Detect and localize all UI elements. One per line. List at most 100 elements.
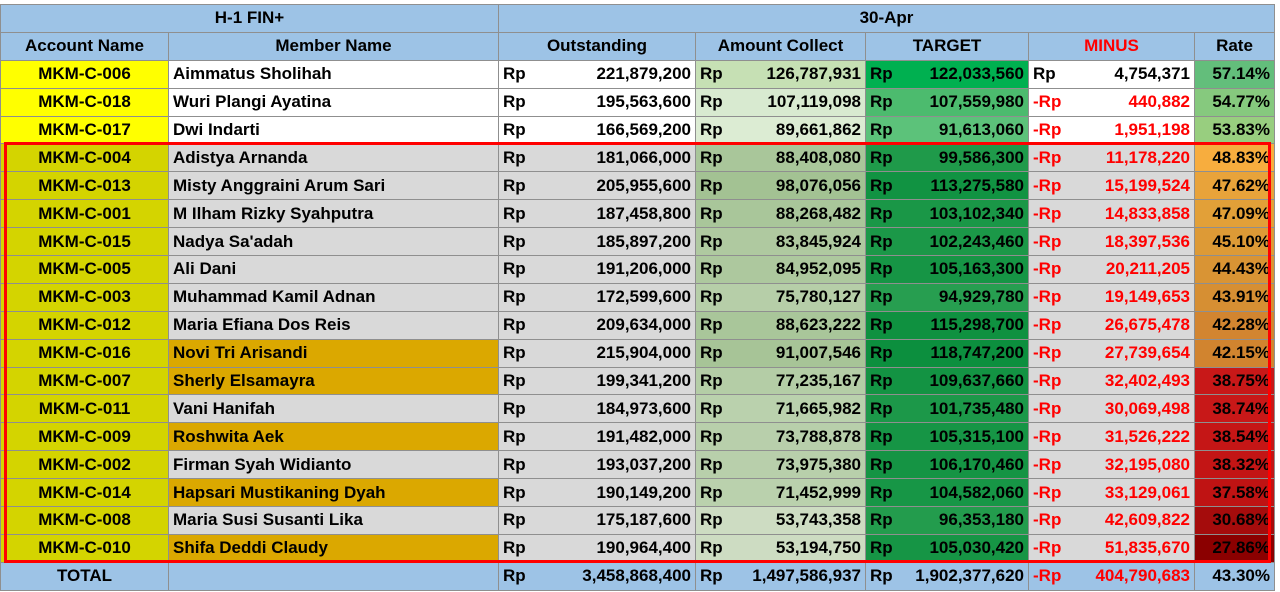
account-cell[interactable]: MKM-C-002	[0, 450, 169, 480]
account-cell[interactable]: MKM-C-016	[0, 338, 169, 368]
collect-cell[interactable]: Rp 53,194,750	[695, 533, 866, 563]
member-cell[interactable]: Dwi Indarti	[168, 115, 499, 145]
target-cell[interactable]: Rp 96,353,180	[865, 506, 1029, 535]
outstanding-cell[interactable]: Rp 209,634,000	[498, 310, 696, 340]
collect-cell[interactable]: Rp 71,665,982	[695, 394, 866, 424]
collect-cell[interactable]: Rp 84,952,095	[695, 255, 866, 284]
target-cell[interactable]: Rp 105,315,100	[865, 422, 1029, 452]
collect-cell[interactable]: Rp 83,845,924	[695, 227, 866, 257]
rate-cell[interactable]: 47.09%	[1194, 199, 1275, 229]
account-cell[interactable]: MKM-C-006	[0, 59, 169, 89]
minus-cell[interactable]: -Rp 14,833,858	[1028, 199, 1195, 229]
minus-cell[interactable]: -Rp 51,835,670	[1028, 533, 1195, 563]
rate-cell[interactable]: 47.62%	[1194, 171, 1275, 201]
collect-cell[interactable]: Rp 98,076,056	[695, 171, 866, 201]
target-cell[interactable]: Rp 122,033,560	[865, 59, 1029, 89]
collect-cell[interactable]: Rp 73,975,380	[695, 450, 866, 480]
target-cell[interactable]: Rp 105,163,300	[865, 255, 1029, 284]
account-cell[interactable]: MKM-C-007	[0, 366, 169, 396]
account-cell[interactable]: MKM-C-010	[0, 533, 169, 563]
member-cell[interactable]: M Ilham Rizky Syahputra	[168, 199, 499, 229]
target-cell[interactable]: Rp 109,637,660	[865, 366, 1029, 396]
col-header-minus[interactable]: MINUS	[1028, 31, 1195, 61]
collect-cell[interactable]: Rp 77,235,167	[695, 366, 866, 396]
rate-cell[interactable]: 53.83%	[1194, 115, 1275, 145]
collect-cell[interactable]: Rp 71,452,999	[695, 478, 866, 508]
group-header-left[interactable]: H-1 FIN+	[0, 4, 499, 33]
member-cell[interactable]: Ali Dani	[168, 255, 499, 284]
collect-cell[interactable]: Rp 53,743,358	[695, 506, 866, 535]
target-cell[interactable]: Rp 118,747,200	[865, 338, 1029, 368]
minus-cell[interactable]: Rp 4,754,371	[1028, 59, 1195, 89]
outstanding-cell[interactable]: Rp 181,066,000	[498, 143, 696, 173]
member-cell[interactable]: Nadya Sa'adah	[168, 227, 499, 257]
member-cell[interactable]: Firman Syah Widianto	[168, 450, 499, 480]
minus-cell[interactable]: -Rp 19,149,653	[1028, 282, 1195, 312]
minus-cell[interactable]: -Rp 15,199,524	[1028, 171, 1195, 201]
member-cell[interactable]: Muhammad Kamil Adnan	[168, 282, 499, 312]
outstanding-cell[interactable]: Rp 172,599,600	[498, 282, 696, 312]
rate-cell[interactable]: 30.68%	[1194, 506, 1275, 535]
target-cell[interactable]: Rp 91,613,060	[865, 115, 1029, 145]
collect-cell[interactable]: Rp 89,661,862	[695, 115, 866, 145]
outstanding-cell[interactable]: Rp 190,149,200	[498, 478, 696, 508]
rate-cell[interactable]: 38.54%	[1194, 422, 1275, 452]
outstanding-cell[interactable]: Rp 190,964,400	[498, 533, 696, 563]
minus-cell[interactable]: -Rp 20,211,205	[1028, 255, 1195, 284]
rate-cell[interactable]: 48.83%	[1194, 143, 1275, 173]
rate-cell[interactable]: 54.77%	[1194, 87, 1275, 117]
minus-cell[interactable]: -Rp 26,675,478	[1028, 310, 1195, 340]
outstanding-cell[interactable]: Rp 187,458,800	[498, 199, 696, 229]
rate-cell[interactable]: 38.75%	[1194, 366, 1275, 396]
collect-cell[interactable]: Rp 75,780,127	[695, 282, 866, 312]
collect-cell[interactable]: Rp 126,787,931	[695, 59, 866, 89]
account-cell[interactable]: MKM-C-005	[0, 255, 169, 284]
member-cell[interactable]: Maria Susi Susanti Lika	[168, 506, 499, 535]
outstanding-cell[interactable]: Rp 195,563,600	[498, 87, 696, 117]
target-cell[interactable]: Rp 115,298,700	[865, 310, 1029, 340]
account-cell[interactable]: MKM-C-017	[0, 115, 169, 145]
col-header-collect[interactable]: Amount Collect	[695, 31, 866, 61]
rate-cell[interactable]: 57.14%	[1194, 59, 1275, 89]
total-minus[interactable]: -Rp 404,790,683	[1028, 561, 1195, 591]
outstanding-cell[interactable]: Rp 185,897,200	[498, 227, 696, 257]
rate-cell[interactable]: 38.74%	[1194, 394, 1275, 424]
rate-cell[interactable]: 45.10%	[1194, 227, 1275, 257]
minus-cell[interactable]: -Rp 32,402,493	[1028, 366, 1195, 396]
col-header-member[interactable]: Member Name	[168, 31, 499, 61]
col-header-account[interactable]: Account Name	[0, 31, 169, 61]
target-cell[interactable]: Rp 105,030,420	[865, 533, 1029, 563]
minus-cell[interactable]: -Rp 32,195,080	[1028, 450, 1195, 480]
collect-cell[interactable]: Rp 88,623,222	[695, 310, 866, 340]
rate-cell[interactable]: 44.43%	[1194, 255, 1275, 284]
group-header-date[interactable]: 30-Apr	[498, 4, 1275, 33]
member-cell[interactable]: Novi Tri Arisandi	[168, 338, 499, 368]
minus-cell[interactable]: -Rp 33,129,061	[1028, 478, 1195, 508]
minus-cell[interactable]: -Rp 11,178,220	[1028, 143, 1195, 173]
outstanding-cell[interactable]: Rp 193,037,200	[498, 450, 696, 480]
minus-cell[interactable]: -Rp 42,609,822	[1028, 506, 1195, 535]
total-target[interactable]: Rp 1,902,377,620	[865, 561, 1029, 591]
col-header-rate[interactable]: Rate	[1194, 31, 1275, 61]
account-cell[interactable]: MKM-C-004	[0, 143, 169, 173]
account-cell[interactable]: MKM-C-009	[0, 422, 169, 452]
member-cell[interactable]: Misty Anggraini Arum Sari	[168, 171, 499, 201]
outstanding-cell[interactable]: Rp 175,187,600	[498, 506, 696, 535]
minus-cell[interactable]: -Rp 27,739,654	[1028, 338, 1195, 368]
rate-cell[interactable]: 27.86%	[1194, 533, 1275, 563]
rate-cell[interactable]: 38.32%	[1194, 450, 1275, 480]
collect-cell[interactable]: Rp 91,007,546	[695, 338, 866, 368]
outstanding-cell[interactable]: Rp 205,955,600	[498, 171, 696, 201]
total-label[interactable]: TOTAL	[0, 561, 169, 591]
account-cell[interactable]: MKM-C-015	[0, 227, 169, 257]
rate-cell[interactable]: 37.58%	[1194, 478, 1275, 508]
outstanding-cell[interactable]: Rp 184,973,600	[498, 394, 696, 424]
member-cell[interactable]: Shifa Deddi Claudy	[168, 533, 499, 563]
target-cell[interactable]: Rp 103,102,340	[865, 199, 1029, 229]
account-cell[interactable]: MKM-C-003	[0, 282, 169, 312]
member-cell[interactable]: Aimmatus Sholihah	[168, 59, 499, 89]
total-outstanding[interactable]: Rp 3,458,868,400	[498, 561, 696, 591]
account-cell[interactable]: MKM-C-018	[0, 87, 169, 117]
target-cell[interactable]: Rp 113,275,580	[865, 171, 1029, 201]
member-cell[interactable]: Hapsari Mustikaning Dyah	[168, 478, 499, 508]
